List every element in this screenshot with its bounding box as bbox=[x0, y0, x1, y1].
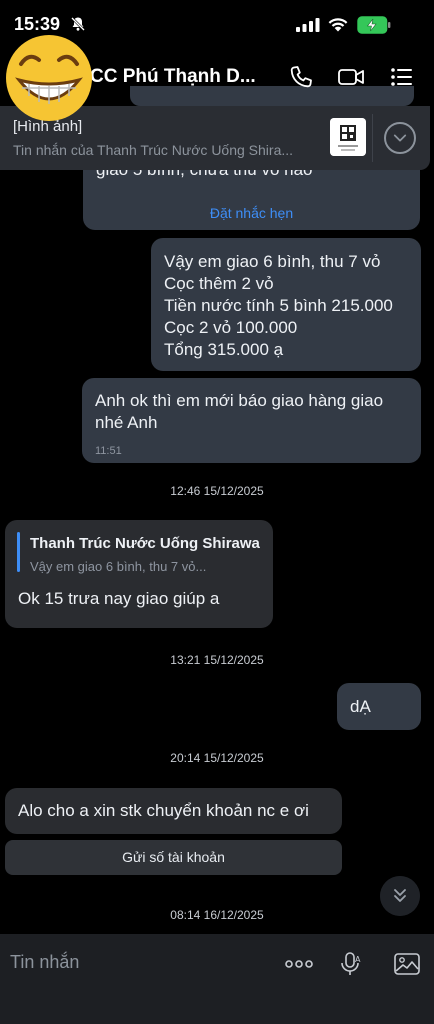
message-bubble-incoming[interactable]: Thanh Trúc Nước Uống Shirawa Vậy em giao… bbox=[5, 520, 273, 628]
time-divider: 08:14 16/12/2025 bbox=[170, 908, 264, 922]
grinning-emoji-avatar[interactable] bbox=[5, 34, 93, 122]
message-line: Tiền nước tính 5 bình 215.000 bbox=[164, 296, 393, 315]
reply-sender-name: Thanh Trúc Nước Uống Shirawa bbox=[30, 535, 260, 552]
message-line: Anh ok thì em mới báo giao hàng giao bbox=[95, 391, 384, 410]
message-text-block: Anh ok thì em mới báo giao hàng giao nhé… bbox=[95, 390, 383, 434]
time-divider: 12:46 15/12/2025 bbox=[170, 484, 264, 498]
pinned-subtitle: Tin nhắn của Thanh Trúc Nước Uống Shira.… bbox=[13, 142, 294, 158]
message-bubble-outgoing[interactable]: dẠ bbox=[337, 683, 421, 730]
phone-icon[interactable] bbox=[288, 64, 314, 90]
reply-quote-bar bbox=[17, 532, 20, 572]
bell-off-icon bbox=[71, 17, 85, 31]
time-divider: 13:21 15/12/2025 bbox=[170, 653, 264, 667]
signal-icon bbox=[296, 18, 320, 32]
chat-title[interactable]: CC Phú Thạnh D... bbox=[90, 66, 256, 88]
pinned-divider bbox=[372, 114, 373, 162]
message-text: dẠ bbox=[350, 697, 371, 716]
status-time: 15:39 bbox=[14, 14, 61, 34]
message-input[interactable]: Tin nhắn bbox=[10, 952, 79, 973]
message-input-bar: Tin nhắn A bbox=[0, 934, 434, 1024]
time-divider: 20:14 15/12/2025 bbox=[170, 751, 264, 765]
set-reminder-link[interactable]: Đặt nhắc hẹn bbox=[83, 202, 420, 224]
message-line: nhé Anh bbox=[95, 413, 158, 432]
message-time: 11:51 bbox=[95, 445, 122, 457]
wifi-icon bbox=[328, 18, 348, 32]
message-text: Alo cho a xin stk chuyển khoản nc e ơi bbox=[18, 801, 309, 820]
message-bubble-outgoing[interactable]: Vậy em giao 6 bình, thu 7 vỏ Cọc thêm 2 … bbox=[151, 238, 421, 371]
message-bubble-incoming[interactable]: Alo cho a xin stk chuyển khoản nc e ơi bbox=[5, 788, 342, 834]
menu-list-icon[interactable] bbox=[389, 64, 415, 90]
message-bubble-outgoing[interactable]: Anh ok thì em mới báo giao hàng giao nhé… bbox=[82, 378, 421, 463]
message-line: Vậy em giao 6 bình, thu 7 vỏ bbox=[164, 252, 381, 271]
chevron-down-icon[interactable] bbox=[384, 122, 416, 154]
partial-bubble-top bbox=[130, 86, 414, 106]
message-line: Tổng 315.000 ạ bbox=[164, 340, 284, 359]
send-account-number-button[interactable]: Gửi số tài khoản bbox=[5, 840, 342, 875]
message-line: Cọc 2 vỏ 100.000 bbox=[164, 318, 298, 337]
more-options-icon[interactable] bbox=[284, 950, 314, 978]
image-gallery-icon[interactable] bbox=[393, 950, 421, 978]
message-line: Cọc thêm 2 vỏ bbox=[164, 274, 274, 293]
video-call-icon[interactable] bbox=[337, 64, 365, 90]
message-text-block: Vậy em giao 6 bình, thu 7 vỏ Cọc thêm 2 … bbox=[164, 251, 393, 361]
svg-text:A: A bbox=[355, 955, 361, 964]
voice-to-text-mic-icon[interactable]: A bbox=[337, 950, 365, 978]
battery-charging-icon bbox=[357, 16, 391, 34]
reply-preview: Vậy em giao 6 bình, thu 7 vỏ... bbox=[30, 559, 207, 574]
qr-code-thumbnail[interactable] bbox=[330, 118, 366, 156]
message-text: Ok 15 trưa nay giao giúp a bbox=[18, 589, 220, 608]
